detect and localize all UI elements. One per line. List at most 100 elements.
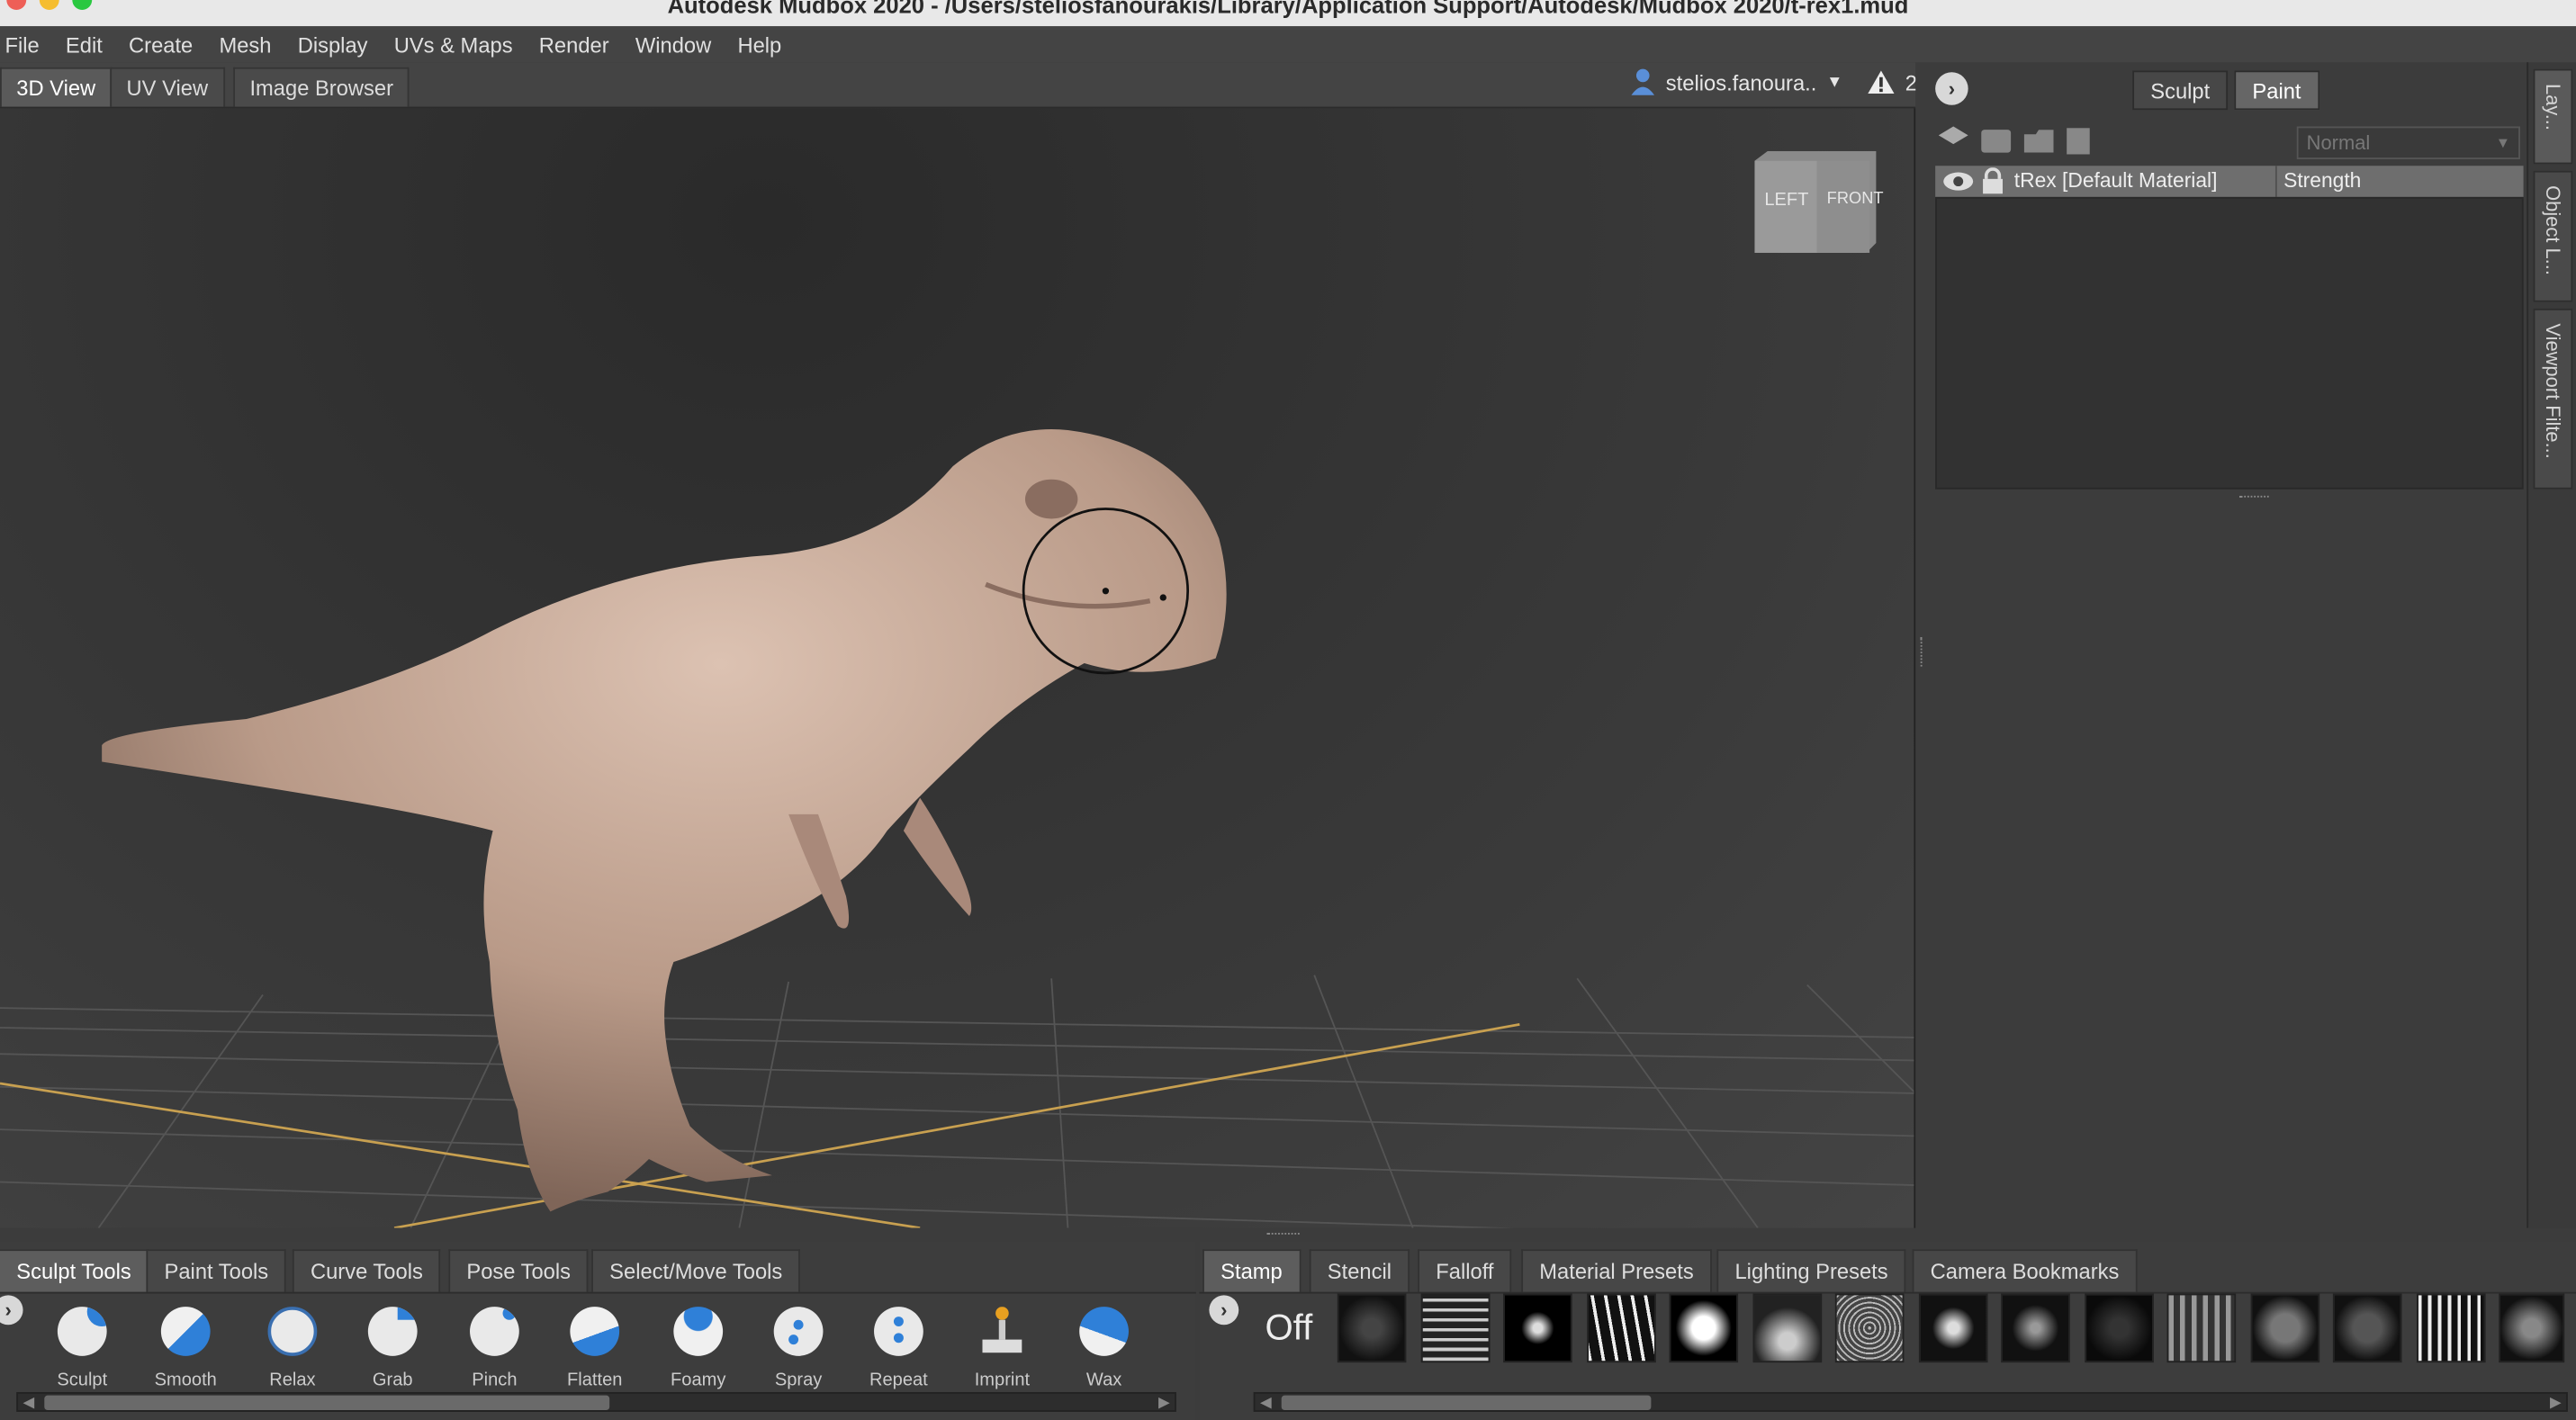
view-tab-bar: 3D View UV View Image Browser	[0, 62, 1916, 109]
tab-select-move-tools[interactable]: Select/Move Tools	[591, 1249, 801, 1292]
tool-flatten[interactable]: Flatten	[554, 1307, 635, 1390]
tool-foamy[interactable]: Foamy	[657, 1307, 739, 1390]
layer-name: tRex [Default Material]	[2013, 168, 2218, 193]
folder-icon[interactable]	[2023, 130, 2054, 153]
menu-file[interactable]: File	[0, 32, 52, 57]
scroll-left-icon[interactable]: ◀	[1260, 1394, 1272, 1412]
stamp-thumbnail[interactable]	[2416, 1293, 2486, 1363]
zoom-window-button[interactable]	[72, 0, 93, 10]
layer-row[interactable]: tRex [Default Material] Strength	[1935, 166, 2524, 197]
tool-smooth[interactable]: Smooth	[145, 1307, 227, 1390]
menu-uvs-maps[interactable]: UVs & Maps	[381, 32, 526, 57]
camera-icon[interactable]	[1981, 130, 2012, 153]
tab-stamp[interactable]: Stamp	[1202, 1249, 1301, 1292]
trash-icon[interactable]	[2067, 128, 2090, 155]
tab-paint-tools[interactable]: Paint Tools	[146, 1249, 287, 1292]
panel-expand-icon[interactable]: ›	[1935, 72, 1968, 105]
warning-icon[interactable]	[1866, 69, 1896, 95]
tab-3d-view[interactable]: 3D View	[0, 67, 113, 107]
tab-stencil[interactable]: Stencil	[1309, 1249, 1410, 1292]
tab-falloff[interactable]: Falloff	[1418, 1249, 1512, 1292]
sculpt-mode-button[interactable]: Sculpt	[2132, 70, 2229, 111]
tool-spray[interactable]: Spray	[757, 1307, 839, 1390]
stamp-thumbnail[interactable]	[2001, 1293, 2070, 1363]
stamp-scrollbar[interactable]: ◀ ▶	[1253, 1391, 2568, 1412]
tab-image-browser[interactable]: Image Browser	[233, 67, 410, 107]
tab-curve-tools[interactable]: Curve Tools	[292, 1249, 441, 1292]
user-account[interactable]: stelios.fanoura.. ▼ 2	[1630, 67, 1917, 97]
scroll-left-icon[interactable]: ◀	[23, 1394, 35, 1412]
tools-scrollbar[interactable]: ◀ ▶	[16, 1391, 1176, 1412]
layer-list[interactable]	[1935, 196, 2524, 490]
tool-label: Pinch	[472, 1371, 518, 1391]
menu-edit[interactable]: Edit	[52, 32, 115, 57]
tab-sculpt-tools[interactable]: Sculpt Tools	[0, 1249, 149, 1292]
blend-mode-select[interactable]: Normal ▼	[2296, 126, 2520, 159]
stamp-thumbnail[interactable]	[1752, 1293, 1823, 1363]
stamp-scroll-thumb[interactable]	[1281, 1395, 1652, 1411]
new-layer-icon[interactable]	[1938, 126, 1968, 145]
tab-material-presets[interactable]: Material Presets	[1521, 1249, 1712, 1292]
user-dropdown-icon[interactable]: ▼	[1826, 73, 1842, 91]
stamp-thumbnail[interactable]	[1669, 1293, 1739, 1363]
side-tab-viewport-filters[interactable]: Viewport Filte...	[2533, 308, 2573, 490]
tool-wax[interactable]: Wax	[1063, 1307, 1145, 1390]
menu-create[interactable]: Create	[115, 32, 205, 57]
tool-grab[interactable]: Grab	[352, 1307, 434, 1390]
paint-mode-button[interactable]: Paint	[2234, 70, 2319, 111]
tool-label: Relax	[269, 1371, 316, 1391]
stamp-thumbnail[interactable]	[2250, 1293, 2320, 1363]
tool-repeat[interactable]: Repeat	[858, 1307, 940, 1390]
menu-mesh[interactable]: Mesh	[206, 32, 284, 57]
scroll-right-icon[interactable]: ▶	[1158, 1394, 1170, 1412]
eye-icon[interactable]	[1941, 171, 1975, 193]
smooth-tool-icon	[160, 1307, 211, 1356]
3d-viewport[interactable]: LEFT FRONT	[0, 108, 1916, 1228]
tool-sculpt[interactable]: Sculpt	[41, 1307, 123, 1390]
menu-bar: File Edit Create Mesh Display UVs & Maps…	[0, 26, 2576, 63]
tool-pinch[interactable]: Pinch	[454, 1307, 536, 1390]
tool-label: Foamy	[671, 1371, 726, 1391]
tab-pose-tools[interactable]: Pose Tools	[448, 1249, 590, 1292]
view-cube-left[interactable]: LEFT	[1764, 191, 1808, 211]
stamp-thumbnail[interactable]	[1420, 1293, 1491, 1363]
menu-help[interactable]: Help	[725, 32, 795, 57]
tab-uv-view[interactable]: UV View	[110, 67, 225, 107]
side-tab-object-list[interactable]: Object L...	[2533, 170, 2573, 302]
stamp-thumbnail[interactable]	[1587, 1293, 1656, 1363]
tools-scroll-thumb[interactable]	[44, 1395, 610, 1411]
tool-imprint[interactable]: Imprint	[961, 1307, 1043, 1390]
view-cube-front[interactable]: FRONT	[1827, 191, 1884, 209]
stamp-thumbnail[interactable]	[2499, 1293, 2565, 1363]
lock-icon[interactable]	[1981, 167, 2004, 195]
view-cube[interactable]: LEFT FRONT	[1754, 150, 1884, 256]
tray-divider	[0, 1291, 1196, 1294]
tool-label: Grab	[372, 1371, 413, 1391]
user-name: stelios.fanoura..	[1665, 69, 1817, 94]
scroll-right-icon[interactable]: ▶	[2550, 1394, 2562, 1412]
stamp-thumbnail[interactable]	[1337, 1293, 1407, 1363]
menu-display[interactable]: Display	[284, 32, 381, 57]
stamp-expand-icon[interactable]: ›	[1209, 1295, 1239, 1326]
tool-label: Sculpt	[57, 1371, 108, 1391]
panel-resize-handle[interactable]	[2238, 495, 2269, 499]
spray-tool-icon	[773, 1307, 824, 1356]
tray-resize-handle[interactable]	[1266, 1233, 1300, 1236]
stamp-thumbnail[interactable]	[2166, 1293, 2237, 1363]
stamp-thumbnail[interactable]	[2085, 1293, 2154, 1363]
tab-lighting-presets[interactable]: Lighting Presets	[1716, 1249, 1906, 1292]
menu-render[interactable]: Render	[526, 32, 622, 57]
window-title: Autodesk Mudbox 2020 - /Users/steliosfan…	[667, 0, 1909, 19]
menu-window[interactable]: Window	[622, 32, 725, 57]
stamp-thumbnail[interactable]	[1834, 1293, 1905, 1363]
minimize-window-button[interactable]	[39, 0, 59, 10]
stamp-off-button[interactable]: Off	[1265, 1307, 1312, 1349]
tab-camera-bookmarks[interactable]: Camera Bookmarks	[1912, 1249, 2138, 1292]
stamp-thumbnail[interactable]	[2332, 1293, 2402, 1363]
stamp-thumbnail[interactable]	[1918, 1293, 1988, 1363]
close-window-button[interactable]	[6, 0, 27, 10]
stamp-thumbnail[interactable]	[1503, 1293, 1572, 1363]
vertical-splitter[interactable]	[1920, 636, 1924, 667]
side-tab-layers[interactable]: Lay...	[2533, 68, 2573, 165]
tool-relax[interactable]: Relax	[251, 1307, 333, 1390]
